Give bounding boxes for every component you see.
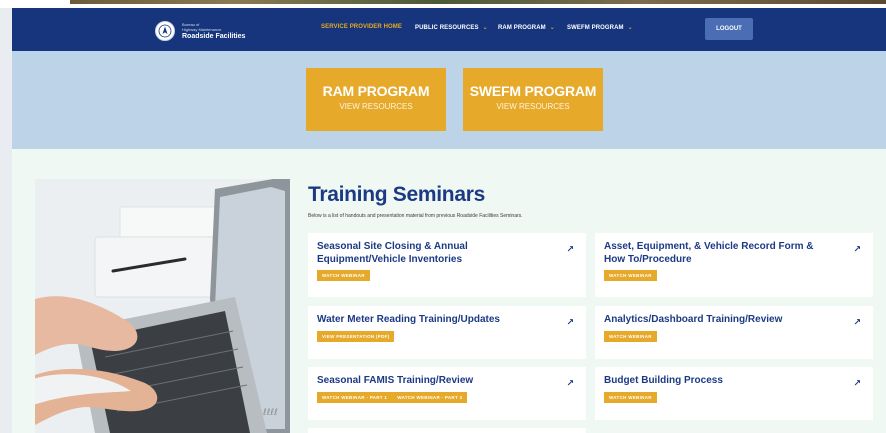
card-actions: VIEW PRESENTATION (PDF) [317, 330, 576, 342]
swefm-program-title: SWEFM PROGRAM [469, 83, 597, 99]
card-actions: WATCH WEBINAR [604, 270, 863, 281]
watch-webinar-button[interactable]: WATCH WEBINAR [604, 391, 657, 403]
external-link-icon[interactable]: ↗ [853, 378, 861, 389]
nav-ram-program-label: RAM PROGRAM [498, 25, 546, 31]
nav-ram-program[interactable]: RAM PROGRAM ⌄ [498, 24, 555, 31]
card-actions: WATCH WEBINAR [604, 330, 863, 342]
left-edge [0, 8, 12, 433]
card-title[interactable]: Water Meter Reading Training/Updates [317, 314, 547, 327]
training-title: Training Seminars [308, 183, 485, 206]
svg-text:ℓℓℓℓ: ℓℓℓℓ [262, 408, 278, 418]
card-actions: WATCH WEBINAR [604, 391, 863, 403]
laptop-hands-photo: ℓℓℓℓ [35, 179, 290, 433]
card-title[interactable]: Budget Building Process [604, 375, 834, 388]
view-presentation-button[interactable]: VIEW PRESENTATION (PDF) [317, 330, 395, 342]
watch-webinar-button[interactable]: WATCH WEBINAR [604, 330, 657, 342]
site-logo[interactable]: Bureau of Highway Maintenance Roadside F… [155, 21, 245, 41]
nav-public-resources-label: PUBLIC RESOURCES [415, 25, 479, 31]
training-card[interactable]: Asset, Equipment, & Vehicle Record Form … [595, 233, 873, 297]
external-link-icon[interactable]: ↗ [853, 317, 861, 328]
swefm-program-subtitle: VIEW RESOURCES [496, 102, 570, 111]
logo-name: Roadside Facilities [182, 33, 246, 40]
training-card[interactable]: Water Meter Reading Training/Updates ↗ V… [308, 306, 586, 359]
card-title[interactable]: Seasonal Site Closing & Annual Equipment… [317, 241, 547, 266]
ram-program-subtitle: VIEW RESOURCES [339, 102, 413, 111]
watch-webinar-button[interactable]: WATCH WEBINAR [317, 270, 370, 281]
hero-banner: RAM PROGRAM VIEW RESOURCES SWEFM PROGRAM… [12, 51, 886, 149]
training-card-partial [308, 428, 586, 433]
logo-text: Bureau of Highway Maintenance Roadside F… [182, 22, 245, 40]
training-card[interactable]: Analytics/Dashboard Training/Review ↗ WA… [595, 306, 873, 359]
card-actions: WATCH WEBINAR - PART 1 WATCH WEBINAR - P… [317, 391, 576, 403]
external-link-icon[interactable]: ↗ [853, 244, 861, 255]
external-link-icon[interactable]: ↗ [566, 244, 574, 255]
card-title[interactable]: Asset, Equipment, & Vehicle Record Form … [604, 241, 834, 266]
nav-swefm-program-label: SWEFM PROGRAM [567, 25, 624, 31]
top-photo-strip [70, 0, 886, 4]
training-card[interactable]: Seasonal Site Closing & Annual Equipment… [308, 233, 586, 297]
chevron-down-icon: ⌄ [482, 25, 488, 31]
nav-public-resources[interactable]: PUBLIC RESOURCES ⌄ [415, 24, 488, 31]
chevron-down-icon: ⌄ [549, 25, 555, 31]
card-actions: WATCH WEBINAR [317, 270, 576, 281]
logo-line-2: Highway Maintenance [182, 27, 222, 32]
external-link-icon[interactable]: ↗ [566, 317, 574, 328]
site-header: Bureau of Highway Maintenance Roadside F… [12, 8, 886, 51]
training-subtitle: Below is a list of handouts and presenta… [308, 213, 523, 219]
swefm-program-button[interactable]: SWEFM PROGRAM VIEW RESOURCES [463, 68, 603, 131]
ram-program-title: RAM PROGRAM [322, 83, 430, 99]
watch-webinar-button[interactable]: WATCH WEBINAR [604, 270, 657, 281]
ram-program-button[interactable]: RAM PROGRAM VIEW RESOURCES [306, 68, 446, 131]
logout-button[interactable]: LOGOUT [705, 18, 753, 40]
card-title[interactable]: Seasonal FAMIS Training/Review [317, 375, 547, 388]
card-title[interactable]: Analytics/Dashboard Training/Review [604, 314, 834, 327]
watch-webinar-part-1-button[interactable]: WATCH WEBINAR - PART 1 [317, 391, 393, 403]
training-section: ℓℓℓℓ Training Seminars Below is a list o… [12, 149, 886, 433]
nav-swefm-program[interactable]: SWEFM PROGRAM ⌄ [567, 24, 633, 31]
page: Bureau of Highway Maintenance Roadside F… [12, 8, 886, 433]
watch-webinar-part-2-button[interactable]: WATCH WEBINAR - PART 2 [392, 391, 468, 403]
external-link-icon[interactable]: ↗ [566, 378, 574, 389]
nav-service-provider-home[interactable]: SERVICE PROVIDER HOME [321, 24, 402, 30]
training-card[interactable]: Budget Building Process ↗ WATCH WEBINAR [595, 367, 873, 420]
logo-emblem-icon [155, 21, 175, 41]
chevron-down-icon: ⌄ [627, 25, 633, 31]
training-card[interactable]: Seasonal FAMIS Training/Review ↗ WATCH W… [308, 367, 586, 420]
